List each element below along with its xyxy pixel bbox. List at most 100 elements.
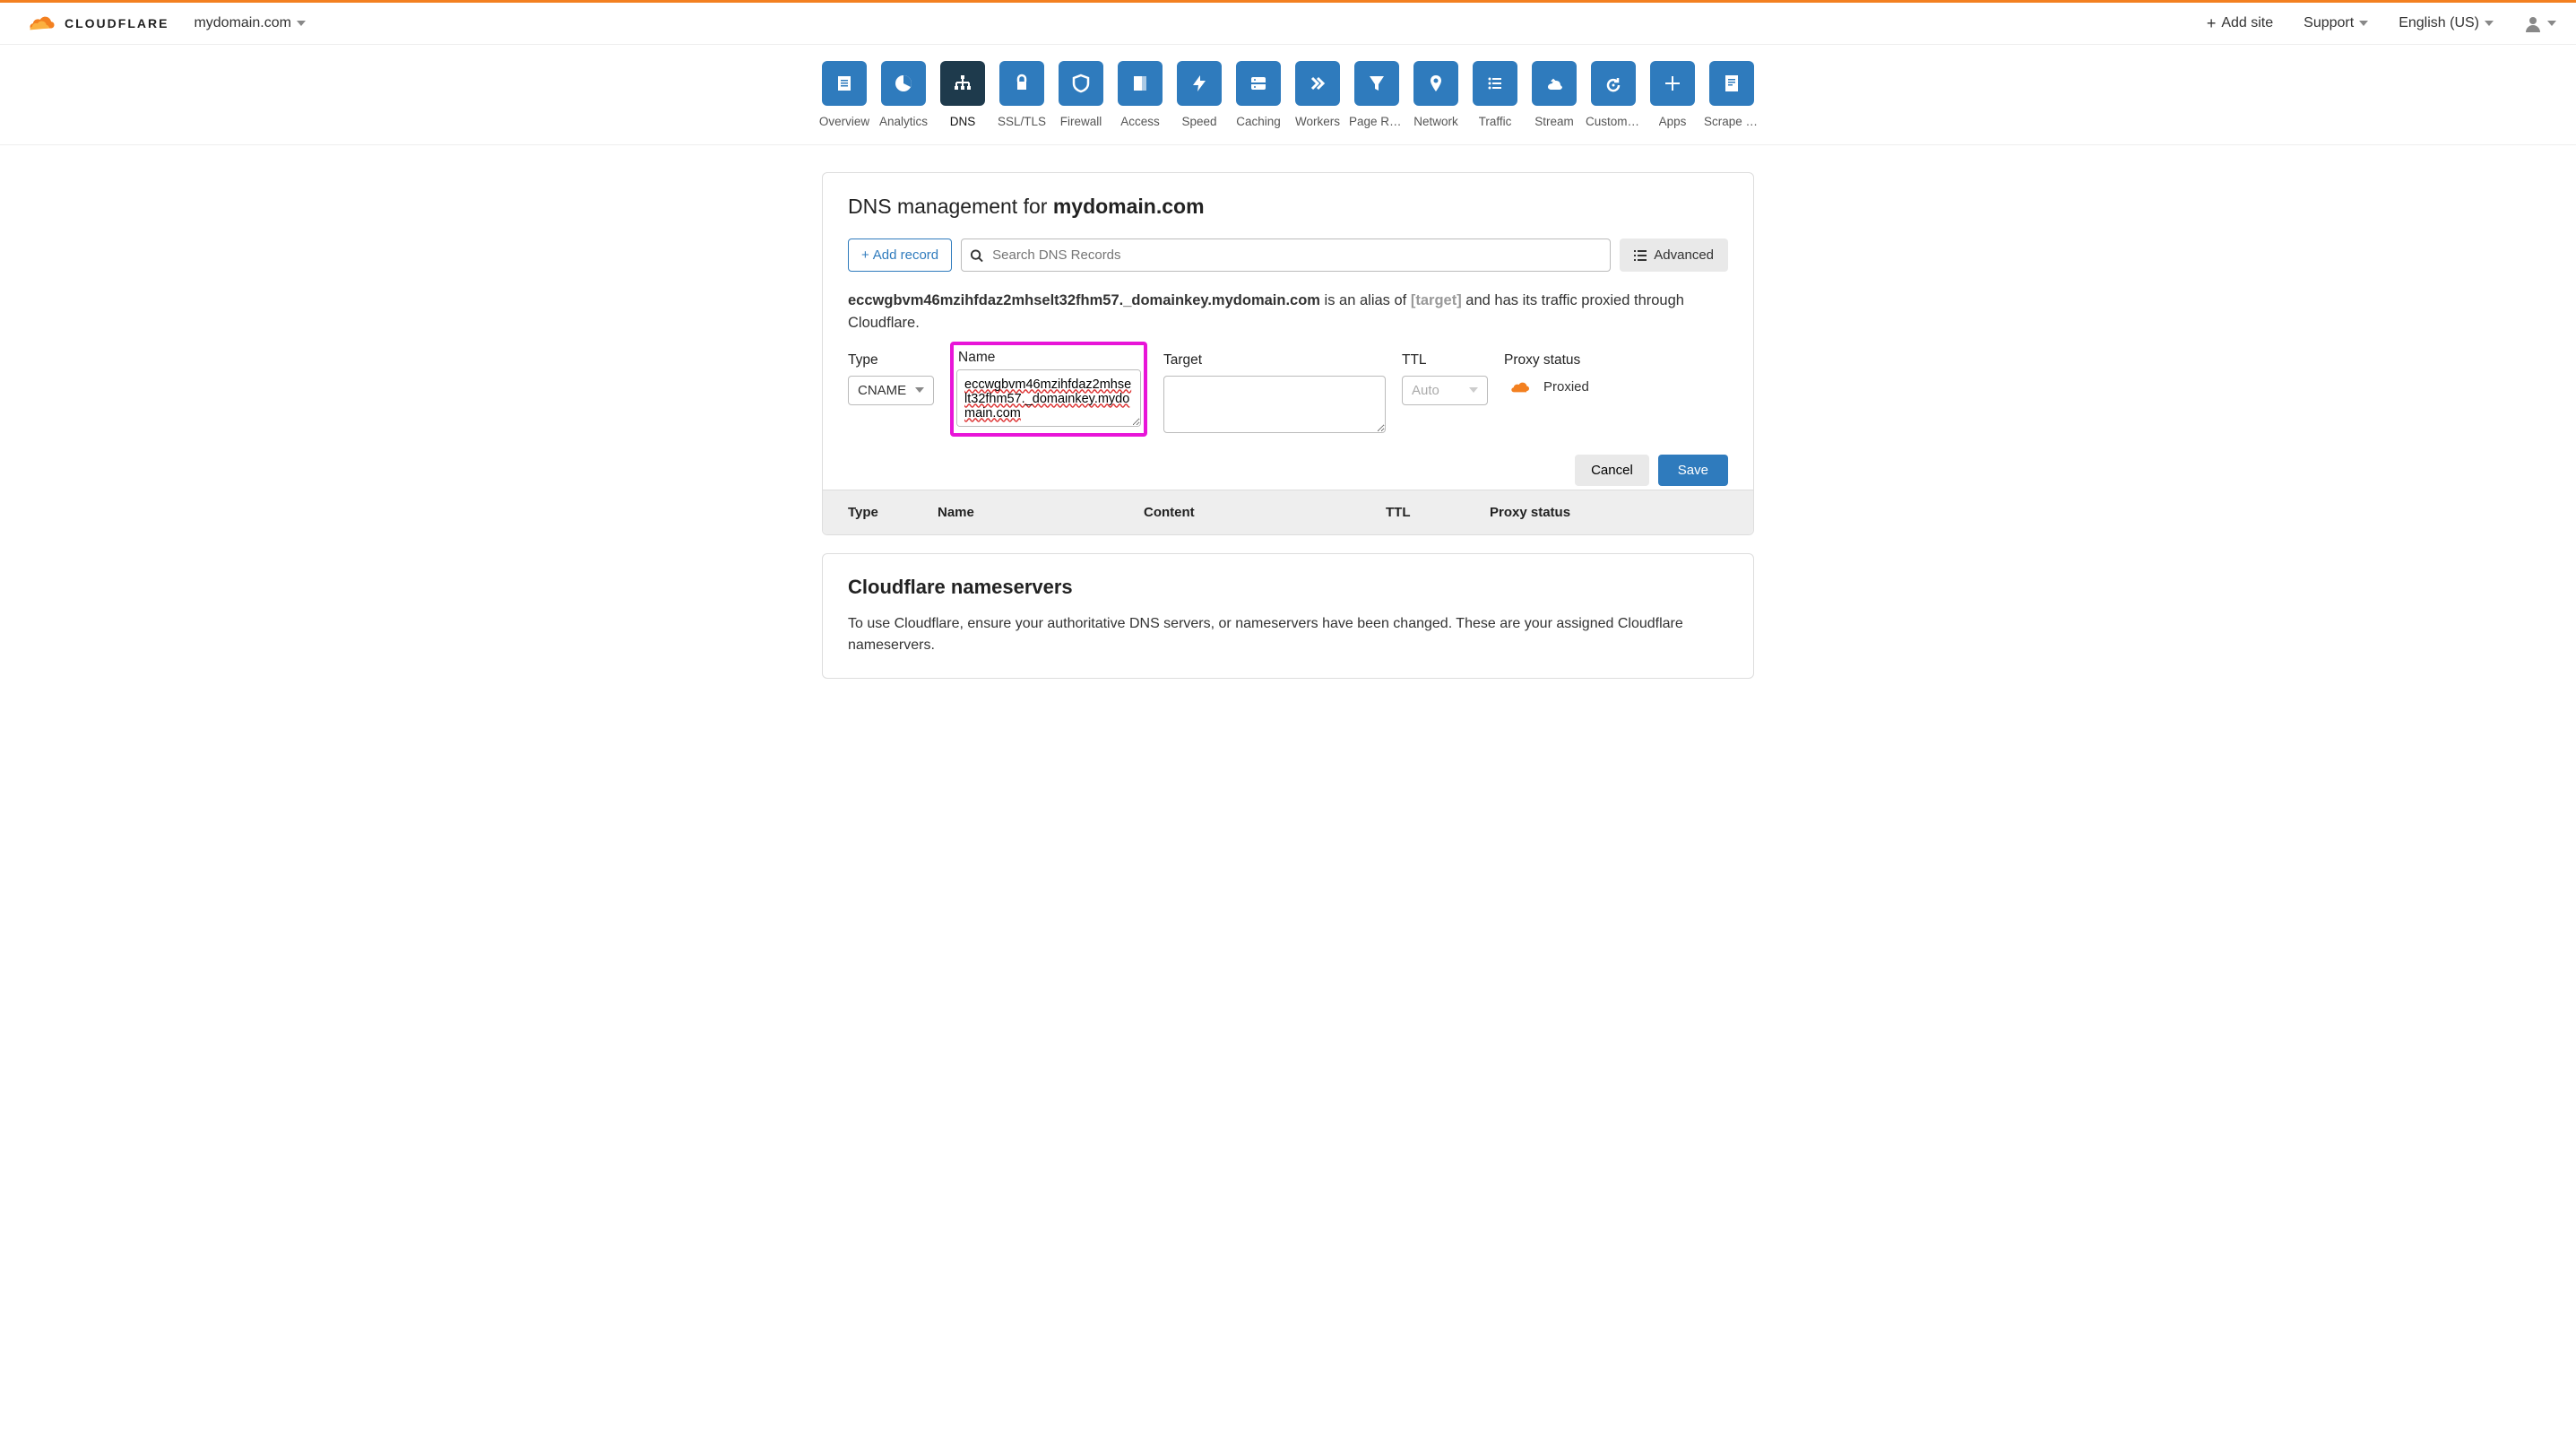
nav-item-overview[interactable]: Overview bbox=[822, 61, 867, 128]
nav-label: Traffic bbox=[1479, 115, 1512, 128]
nav-label: Stream bbox=[1534, 115, 1574, 128]
nav-item-pagerules[interactable]: Page Rules bbox=[1354, 61, 1399, 128]
add-record-button[interactable]: +Add record bbox=[848, 238, 952, 272]
nameservers-title: Cloudflare nameservers bbox=[848, 576, 1728, 599]
chevron-down-icon bbox=[2547, 21, 2556, 26]
nav-icon bbox=[1118, 61, 1163, 106]
col-content: Content bbox=[1144, 505, 1386, 520]
nav-icon bbox=[881, 61, 926, 106]
col-name: Name bbox=[938, 505, 1144, 520]
nav-label: Workers bbox=[1295, 115, 1340, 128]
app-header: CLOUDFLARE mydomain.com + Add site Suppo… bbox=[0, 3, 2576, 45]
chevron-down-icon bbox=[297, 21, 306, 26]
dns-table-header: Type Name Content TTL Proxy status bbox=[823, 490, 1753, 534]
nav-label: Apps bbox=[1659, 115, 1687, 128]
nameservers-panel: Cloudflare nameservers To use Cloudflare… bbox=[822, 553, 1754, 679]
proxy-toggle[interactable]: Proxied bbox=[1504, 376, 1589, 395]
nav-label: DNS bbox=[950, 115, 976, 128]
nav-icon bbox=[1473, 61, 1517, 106]
nav-label: Analytics bbox=[879, 115, 928, 128]
nav-label: Scrape S… bbox=[1704, 115, 1759, 128]
nav-icon bbox=[1591, 61, 1636, 106]
advanced-button[interactable]: Advanced bbox=[1620, 238, 1728, 272]
proxied-cloud-icon bbox=[1504, 379, 1533, 395]
search-input[interactable] bbox=[961, 238, 1611, 272]
advanced-label: Advanced bbox=[1654, 247, 1714, 263]
list-icon bbox=[1634, 249, 1647, 262]
col-ttl: TTL bbox=[1386, 505, 1490, 520]
brand-logo[interactable]: CLOUDFLARE bbox=[20, 13, 169, 33]
name-input[interactable] bbox=[956, 369, 1141, 427]
dns-panel: DNS management for mydomain.com +Add rec… bbox=[822, 172, 1754, 535]
nav-item-analytics[interactable]: Analytics bbox=[881, 61, 926, 128]
name-highlight: Name bbox=[950, 342, 1147, 437]
language-label: English (US) bbox=[2399, 15, 2479, 31]
nav-item-access[interactable]: Access bbox=[1118, 61, 1163, 128]
plus-icon: + bbox=[2207, 14, 2217, 33]
chevron-down-icon bbox=[2485, 21, 2494, 26]
nav-label: Page Rules bbox=[1349, 115, 1405, 128]
nav-item-ssltls[interactable]: SSL/TLS bbox=[999, 61, 1044, 128]
nav-item-firewall[interactable]: Firewall bbox=[1059, 61, 1103, 128]
nav-icon bbox=[1413, 61, 1458, 106]
nav-label: Network bbox=[1413, 115, 1458, 128]
nav-icon bbox=[1236, 61, 1281, 106]
save-button[interactable]: Save bbox=[1658, 455, 1728, 486]
nameservers-body: To use Cloudflare, ensure your authorita… bbox=[848, 613, 1728, 656]
nav-item-customp[interactable]: Custom P… bbox=[1591, 61, 1636, 128]
add-site-button[interactable]: + Add site bbox=[2207, 14, 2273, 33]
col-type: Type bbox=[848, 505, 938, 520]
plus-icon: + bbox=[861, 247, 869, 263]
nav-item-traffic[interactable]: Traffic bbox=[1473, 61, 1517, 128]
type-select[interactable]: CNAME bbox=[848, 376, 934, 405]
support-label: Support bbox=[2304, 15, 2354, 31]
nav-item-workers[interactable]: Workers bbox=[1295, 61, 1340, 128]
nav-item-network[interactable]: Network bbox=[1413, 61, 1458, 128]
nav-label: Overview bbox=[819, 115, 869, 128]
cancel-button[interactable]: Cancel bbox=[1575, 455, 1649, 486]
nav-icon bbox=[1177, 61, 1222, 106]
target-label: Target bbox=[1163, 352, 1386, 369]
chevron-down-icon bbox=[915, 387, 924, 393]
nav-icon bbox=[1354, 61, 1399, 106]
main-content: DNS management for mydomain.com +Add rec… bbox=[822, 172, 1754, 679]
language-menu[interactable]: English (US) bbox=[2399, 15, 2494, 31]
type-label: Type bbox=[848, 352, 934, 369]
nav-label: Custom P… bbox=[1586, 115, 1641, 128]
ttl-label: TTL bbox=[1402, 352, 1488, 369]
cloudflare-icon bbox=[20, 13, 59, 33]
search-icon bbox=[970, 248, 983, 262]
product-nav: Overview Analytics DNS SSL/TLS Firewall Acces… bbox=[0, 45, 2576, 145]
nav-label: Access bbox=[1120, 115, 1160, 128]
nav-icon bbox=[822, 61, 867, 106]
ttl-select[interactable]: Auto bbox=[1402, 376, 1488, 405]
name-label: Name bbox=[956, 350, 1141, 369]
domain-selector-label: mydomain.com bbox=[194, 15, 290, 31]
nav-item-speed[interactable]: Speed bbox=[1177, 61, 1222, 128]
nav-icon bbox=[1059, 61, 1103, 106]
user-icon bbox=[2524, 14, 2542, 32]
nav-item-stream[interactable]: Stream bbox=[1532, 61, 1577, 128]
brand-text: CLOUDFLARE bbox=[65, 16, 169, 30]
proxy-label: Proxy status bbox=[1504, 352, 1589, 369]
nav-item-dns[interactable]: DNS bbox=[940, 61, 985, 128]
nav-icon bbox=[1532, 61, 1577, 106]
type-value: CNAME bbox=[858, 383, 906, 398]
nav-item-caching[interactable]: Caching bbox=[1236, 61, 1281, 128]
nav-item-apps[interactable]: Apps bbox=[1650, 61, 1695, 128]
nav-icon bbox=[1295, 61, 1340, 106]
nav-item-scrapes[interactable]: Scrape S… bbox=[1709, 61, 1754, 128]
nav-icon bbox=[940, 61, 985, 106]
nav-icon bbox=[1650, 61, 1695, 106]
nav-icon bbox=[1709, 61, 1754, 106]
support-menu[interactable]: Support bbox=[2304, 15, 2368, 31]
ttl-value: Auto bbox=[1412, 383, 1439, 398]
nav-label: Speed bbox=[1181, 115, 1216, 128]
proxy-value: Proxied bbox=[1543, 379, 1589, 395]
target-input[interactable] bbox=[1163, 376, 1386, 433]
user-menu[interactable] bbox=[2524, 14, 2556, 32]
col-proxy: Proxy status bbox=[1490, 505, 1728, 520]
domain-selector[interactable]: mydomain.com bbox=[194, 15, 305, 31]
nav-icon bbox=[999, 61, 1044, 106]
nav-label: Firewall bbox=[1060, 115, 1102, 128]
